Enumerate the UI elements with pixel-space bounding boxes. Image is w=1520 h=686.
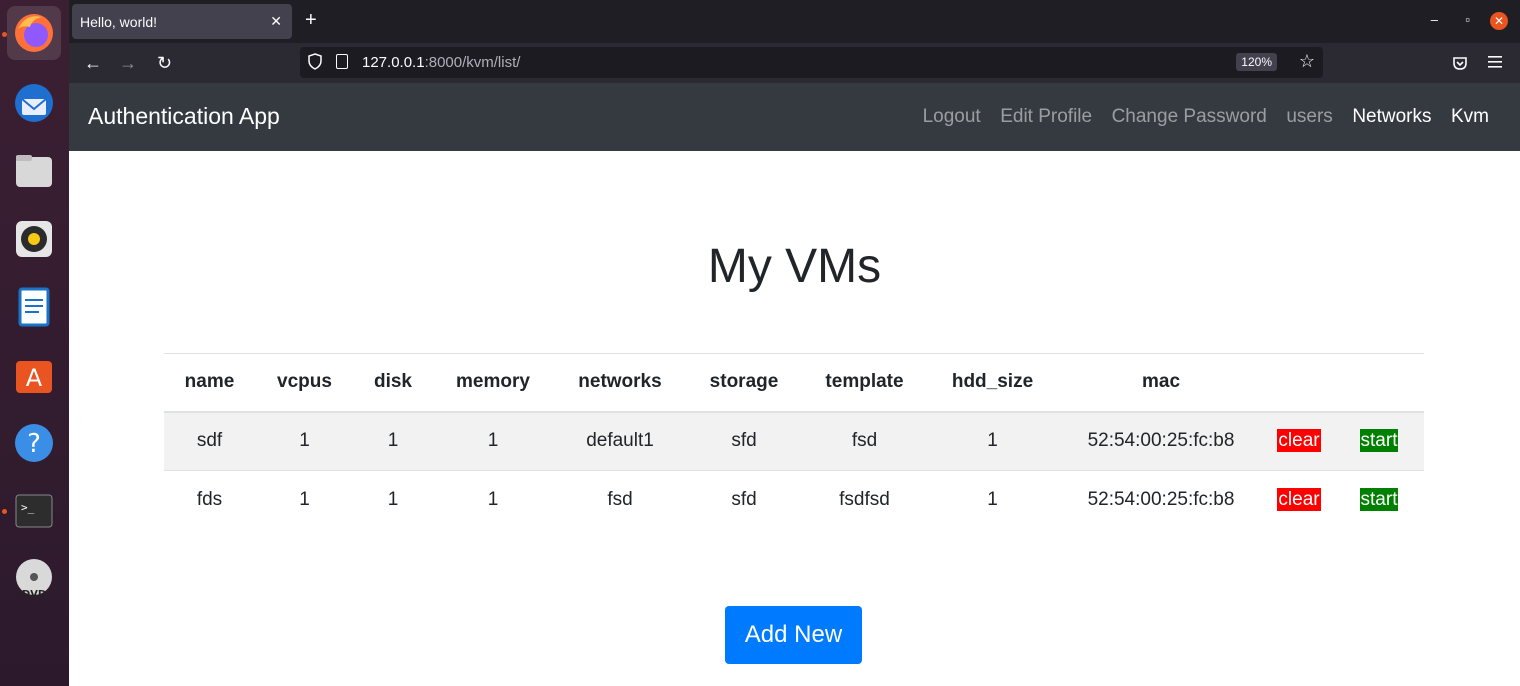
browser-tab[interactable]: Hello, world! ✕ (72, 4, 292, 39)
help-icon[interactable]: ? (7, 416, 61, 470)
column-header-vcpus: vcpus (255, 353, 354, 413)
running-indicator (2, 509, 7, 514)
tab-title: Hello, world! (80, 13, 158, 30)
tab-close-icon[interactable]: ✕ (270, 13, 282, 30)
column-header-empty (1264, 353, 1334, 413)
column-header-template: template (802, 353, 927, 413)
column-header-name: name (164, 353, 255, 413)
url-bar[interactable]: 127.0.0.1:8000/kvm/list/ 120% ☆ (300, 47, 1323, 78)
forward-icon[interactable]: → (119, 53, 137, 73)
column-header-hdd-size: hdd_size (927, 353, 1058, 413)
cell-start: start (1334, 411, 1424, 471)
cell-mac: 52:54:00:25:fc:b8 (1058, 411, 1264, 471)
running-indicator (2, 32, 7, 37)
column-header-empty (1334, 353, 1424, 413)
cell-hdd-size: 1 (927, 470, 1058, 530)
nav-link-networks[interactable]: Networks (1352, 106, 1431, 128)
svg-text:A: A (26, 364, 43, 392)
cell-disk: 1 (354, 470, 432, 530)
column-header-disk: disk (354, 353, 432, 413)
cell-networks: fsd (554, 470, 686, 530)
table-row: sdf 1 1 1 default1 sfd fsd 1 52:54:00:25… (164, 411, 1424, 471)
nav-link-change-password[interactable]: Change Password (1112, 106, 1267, 128)
thunderbird-icon[interactable] (7, 76, 61, 130)
cell-mac: 52:54:00:25:fc:b8 (1058, 470, 1264, 530)
cell-template: fsd (802, 411, 927, 471)
cell-storage: sfd (686, 411, 802, 471)
bookmark-star-icon[interactable]: ☆ (1299, 51, 1315, 72)
add-new-button[interactable]: Add New (725, 606, 862, 664)
shield-icon[interactable] (308, 53, 322, 70)
svg-text:?: ? (27, 429, 41, 459)
new-tab-icon[interactable]: + (305, 10, 317, 30)
column-header-networks: networks (554, 353, 686, 413)
cell-clear: clear (1264, 411, 1334, 471)
clear-button[interactable]: clear (1277, 488, 1321, 512)
cell-storage: sfd (686, 470, 802, 530)
url-text: 127.0.0.1:8000/kvm/list/ (362, 54, 520, 71)
hamburger-menu-icon[interactable] (1488, 55, 1502, 69)
nav-link-kvm[interactable]: Kvm (1451, 106, 1489, 128)
pocket-icon[interactable] (1452, 55, 1468, 71)
nav-links: Logout Edit Profile Change Password user… (903, 106, 1489, 128)
cell-memory: 1 (432, 470, 554, 530)
cell-vcpus: 1 (255, 470, 354, 530)
cell-template: fsdfsd (802, 470, 927, 530)
browser-toolbar: ← → ↻ 127.0.0.1:8000/kvm/list/ 120% ☆ (69, 43, 1520, 83)
column-header-memory: memory (432, 353, 554, 413)
table-header-row: name vcpus disk memory networks storage … (164, 353, 1424, 413)
cell-clear: clear (1264, 470, 1334, 530)
svg-text:DVD: DVD (22, 589, 46, 600)
nav-link-logout[interactable]: Logout (923, 106, 981, 128)
reload-icon[interactable]: ↻ (157, 53, 172, 73)
start-button[interactable]: start (1359, 429, 1399, 453)
nav-link-edit-profile[interactable]: Edit Profile (1000, 106, 1092, 128)
minimize-icon[interactable]: – (1431, 12, 1438, 27)
zoom-badge[interactable]: 120% (1236, 53, 1277, 71)
column-header-storage: storage (686, 353, 802, 413)
svg-text:>_: >_ (21, 501, 35, 514)
dvd-icon[interactable]: DVD (7, 552, 61, 606)
rhythmbox-icon[interactable] (7, 212, 61, 266)
firefox-icon[interactable] (7, 6, 61, 60)
cell-name: fds (164, 470, 255, 530)
column-header-mac: mac (1058, 353, 1264, 413)
terminal-icon[interactable]: >_ (7, 484, 61, 538)
cell-disk: 1 (354, 411, 432, 471)
url-host: 127.0.0.1 (362, 54, 425, 71)
back-icon[interactable]: ← (84, 53, 102, 73)
cell-networks: default1 (554, 411, 686, 471)
table-row: fds 1 1 1 fsd sfd fsdfsd 1 52:54:00:25:f… (164, 470, 1424, 530)
start-button[interactable]: start (1359, 488, 1399, 512)
vm-table: name vcpus disk memory networks storage … (164, 353, 1424, 530)
window-close-icon[interactable]: ✕ (1490, 12, 1508, 30)
maximize-icon[interactable]: ▫ (1465, 12, 1470, 27)
clear-button[interactable]: clear (1277, 429, 1321, 453)
cell-name: sdf (164, 411, 255, 471)
ubuntu-dock: A ? >_ DVD (0, 0, 69, 686)
cell-memory: 1 (432, 411, 554, 471)
software-center-icon[interactable]: A (7, 348, 61, 402)
files-icon[interactable] (7, 144, 61, 198)
cell-hdd-size: 1 (927, 411, 1058, 471)
writer-icon[interactable] (7, 280, 61, 334)
url-path: :8000/kvm/list/ (424, 54, 521, 71)
cell-start: start (1334, 470, 1424, 530)
browser-tab-bar: Hello, world! ✕ + – ▫ ✕ (69, 0, 1520, 43)
brand-link[interactable]: Authentication App (88, 103, 280, 130)
page-title: My VMs (707, 240, 882, 293)
cell-vcpus: 1 (255, 411, 354, 471)
main-content: My VMs name vcpus disk memory networks s… (69, 151, 1520, 686)
site-navbar: Authentication App Logout Edit Profile C… (69, 83, 1520, 151)
nav-link-users[interactable]: users (1286, 106, 1332, 128)
page-icon (336, 54, 348, 69)
